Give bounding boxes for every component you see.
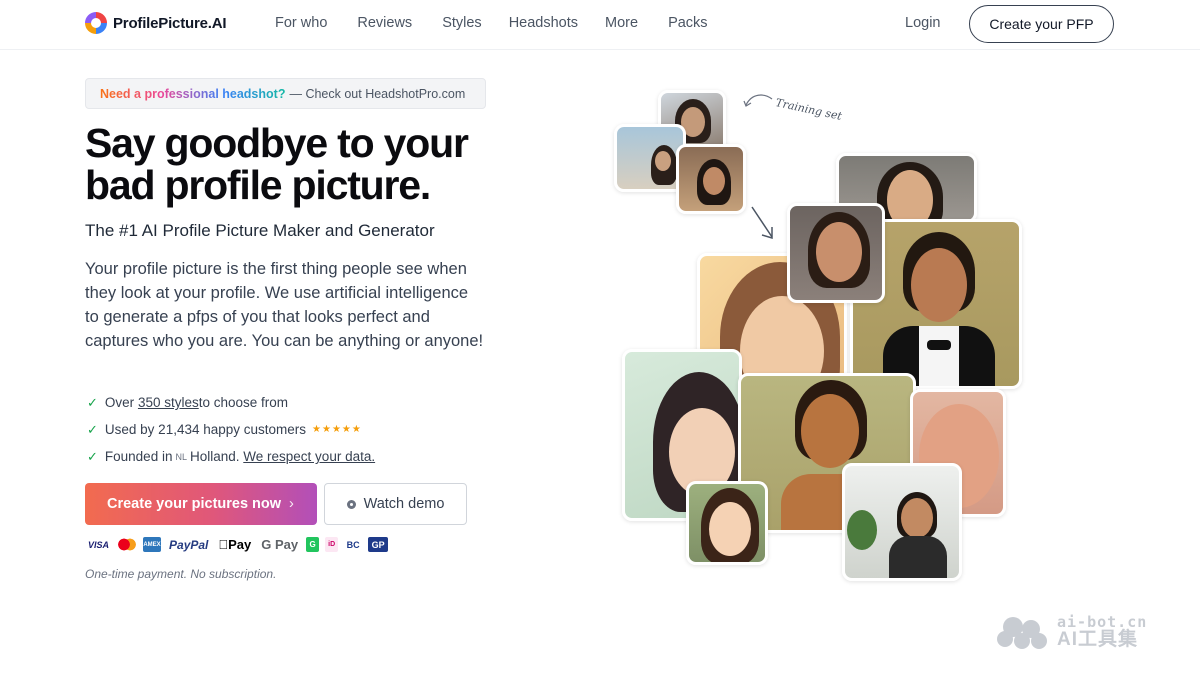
bancontact-icon: BC (336, 539, 360, 550)
watermark-title: AI工具集 (1057, 629, 1139, 650)
nav-for-who[interactable]: For who (275, 15, 327, 31)
feature-text: Over (104, 395, 135, 410)
paypal-icon: PayPal (169, 537, 209, 552)
login-link[interactable]: Login (905, 15, 940, 31)
generated-photo-cafe (842, 463, 962, 581)
payment-methods: VISA AMEX PayPal Pay G Pay G iD BC GP (86, 537, 389, 552)
watch-demo-label: Watch demo (363, 496, 445, 512)
chevron-right-icon: › (289, 496, 294, 512)
visa-icon: VISA (88, 539, 110, 550)
logo-icon (85, 12, 107, 34)
watermark: ai-bot.cn AI工具集 (995, 613, 1147, 649)
create-pictures-label: Create your pictures now (107, 496, 282, 512)
feature-item-founded: ✓ Founded in NL Holland. We respect your… (87, 443, 375, 470)
giftcard-icon: G (306, 537, 320, 552)
nav-more[interactable]: More (605, 15, 638, 31)
notice-text: — Check out HeadshotPro.com (289, 86, 466, 101)
apple-pay-icon: Pay (218, 537, 251, 552)
giropay-icon: GP (368, 537, 389, 552)
feature-text: Holland. (189, 449, 240, 464)
mastercard-icon (117, 537, 137, 552)
generated-photo-anime-small (686, 481, 768, 565)
training-set-label: Training set (774, 96, 844, 123)
feature-text: Used by 21,434 happy customers (104, 422, 307, 437)
logo-text: ProfilePicture.AI (113, 14, 227, 32)
hero-description: Your profile picture is the first thing … (85, 260, 484, 350)
check-icon: ✓ (87, 394, 98, 410)
hero-subtitle: The #1 AI Profile Picture Maker and Gene… (85, 221, 435, 240)
notice-highlight: Need a professional headshot? (100, 86, 286, 101)
nav-reviews[interactable]: Reviews (357, 15, 412, 31)
create-pfp-button[interactable]: Create your PFP (969, 5, 1114, 43)
main-nav: For who Reviews Styles Headshots More Pa… (275, 15, 708, 31)
data-privacy-link[interactable]: We respect your data. (243, 449, 375, 464)
nav-styles[interactable]: Styles (442, 15, 482, 31)
watch-demo-button[interactable]: Watch demo (324, 483, 467, 525)
headshot-notice[interactable]: Need a professional headshot? — Check ou… (85, 78, 486, 109)
feature-item-customers: ✓ Used by 21,434 happy customers ★★★★★ (87, 416, 375, 443)
check-icon: ✓ (87, 421, 98, 437)
styles-link[interactable]: 350 styles (138, 395, 199, 410)
create-pictures-button[interactable]: Create your pictures now › (85, 483, 317, 525)
nl-flag-icon: NL (175, 451, 187, 462)
training-photo-3 (676, 144, 746, 214)
google-pay-icon: G Pay (251, 537, 298, 552)
logo[interactable]: ProfilePicture.AI (85, 12, 226, 34)
feature-text: to choose from (198, 395, 289, 410)
check-icon: ✓ (87, 448, 98, 464)
play-icon (346, 499, 356, 509)
curved-arrow-icon (743, 94, 773, 107)
generated-photo-center-small (787, 203, 885, 303)
nav-packs[interactable]: Packs (668, 15, 708, 31)
feature-text: Founded in (104, 449, 173, 464)
payment-note: One-time payment. No subscription. (85, 567, 277, 581)
feature-list: ✓ Over 350 styles to choose from ✓ Used … (87, 389, 375, 470)
hero-title: Say goodbye to your bad profile picture. (85, 120, 469, 208)
rating-stars: ★★★★★ (312, 424, 362, 435)
ideal-icon: iD (325, 537, 339, 552)
arrow-down-icon (751, 206, 773, 240)
nav-headshots[interactable]: Headshots (509, 15, 578, 31)
feature-item-styles: ✓ Over 350 styles to choose from (87, 389, 375, 416)
site-header: ProfilePicture.AI For who Reviews Styles… (0, 0, 1200, 50)
amex-icon: AMEX (143, 537, 162, 552)
watermark-logo-icon (997, 617, 1047, 649)
